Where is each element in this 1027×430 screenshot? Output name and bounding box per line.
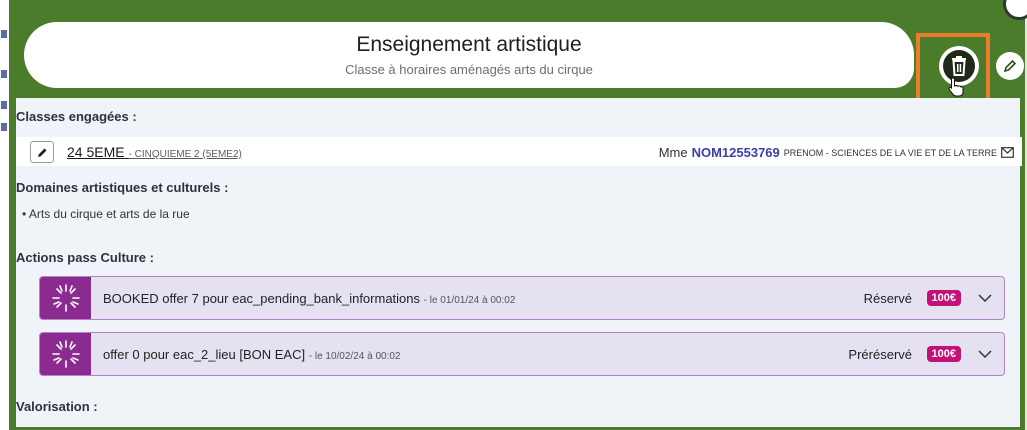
strip-mark (1, 70, 7, 78)
section-label-classes: Classes engagées : (16, 109, 137, 124)
class-sub: - CINQUIEME 2 (5EME2) (128, 149, 242, 160)
chevron-down-icon[interactable] (978, 347, 992, 361)
mail-icon[interactable] (1001, 147, 1014, 158)
action-date: - le 01/01/24 à 00:02 (423, 295, 516, 306)
action-item[interactable]: offer 0 pour eac_2_lieu [BON EAC] - le 1… (39, 332, 1005, 376)
action-title-text: BOOKED offer 7 pour eac_pending_bank_inf… (103, 291, 421, 306)
action-title: offer 0 pour eac_2_lieu [BON EAC] - le 1… (103, 347, 400, 362)
pass-culture-burst-icon (40, 277, 91, 319)
edit-button[interactable] (996, 52, 1024, 80)
action-item[interactable]: BOOKED offer 7 pour eac_pending_bank_inf… (39, 276, 1005, 320)
status-label: Réservé (863, 291, 912, 306)
section-label-domaines: Domaines artistiques et culturels : (16, 180, 229, 195)
class-name: 24 5EME (67, 144, 125, 160)
class-link[interactable]: 24 5EME - CINQUIEME 2 (5EME2) (67, 144, 242, 160)
teacher-info: Mme NOM12553769 PRENOM - SCIENCES DE LA … (659, 145, 1014, 160)
project-header: Enseignement artistique Classe à horaire… (24, 22, 914, 88)
action-date: - le 10/02/24 à 00:02 (308, 351, 401, 362)
class-row: 24 5EME - CINQUIEME 2 (5EME2) Mme NOM125… (16, 137, 1022, 166)
teacher-name[interactable]: NOM12553769 (692, 145, 780, 160)
action-title-text: offer 0 pour eac_2_lieu [BON EAC] (103, 347, 306, 362)
strip-mark (1, 123, 7, 131)
page-title: Enseignement artistique (356, 33, 582, 56)
price-badge: 100€ (926, 290, 961, 306)
strip-mark (1, 30, 7, 38)
left-window-strip (0, 0, 9, 430)
strip-mark (1, 101, 7, 109)
pencil-icon (37, 148, 46, 157)
corner-button[interactable] (1003, 0, 1027, 20)
teacher-prefix: Mme (658, 145, 688, 160)
domaine-list-item: • Arts du cirque et arts de la rue (22, 207, 190, 221)
domaine-label: Arts du cirque et arts de la rue (28, 207, 190, 221)
teacher-details: PRENOM - SCIENCES DE LA VIE ET DE LA TER… (783, 147, 997, 158)
section-label-valorisation: Valorisation : (16, 399, 98, 414)
chevron-down-icon[interactable] (978, 291, 992, 305)
price-badge: 100€ (926, 346, 961, 362)
pencil-icon (1003, 59, 1017, 73)
page-subtitle: Classe à horaires aménagés arts du cirqu… (345, 62, 593, 77)
section-label-actions: Actions pass Culture : (16, 250, 154, 265)
action-title: BOOKED offer 7 pour eac_pending_bank_inf… (103, 291, 515, 306)
edit-class-button[interactable] (30, 141, 54, 163)
pass-culture-burst-icon (40, 333, 91, 375)
status-label: Préréservé (848, 347, 912, 362)
